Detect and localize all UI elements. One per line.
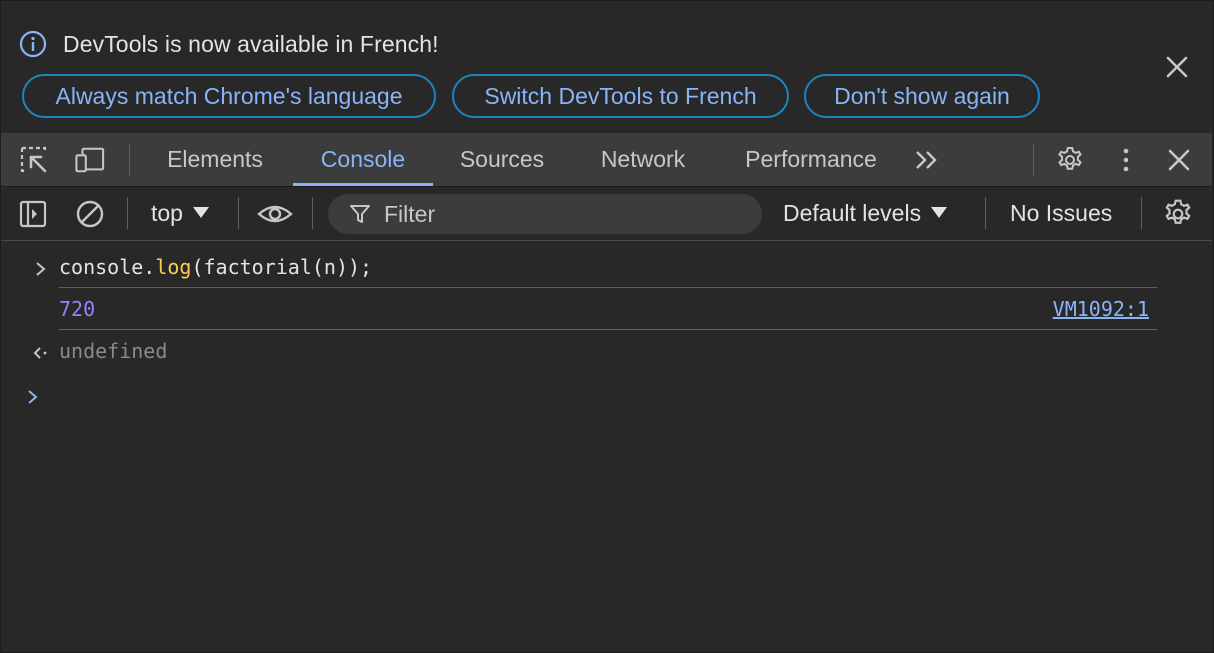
tab-network[interactable]: Network <box>581 133 705 186</box>
toolbar-divider <box>238 197 239 229</box>
more-options-icon[interactable] <box>1111 145 1141 175</box>
device-toolbar-icon[interactable] <box>75 145 105 175</box>
main-toolbar: Elements Console Sources Network Perform… <box>1 133 1212 187</box>
context-selector-label: top <box>151 200 183 226</box>
source-link[interactable]: VM1092:1 <box>1053 297 1149 321</box>
inspect-element-icon[interactable] <box>19 145 49 175</box>
log-levels-label: Default levels <box>783 200 922 226</box>
code-function-token: log <box>155 255 192 279</box>
language-infobar: DevTools is now available in French! Alw… <box>1 1 1212 133</box>
return-value: undefined <box>59 339 168 363</box>
live-expression-eye-icon[interactable] <box>257 198 293 230</box>
chevron-right-icon <box>36 262 46 276</box>
console-input-line: console.log(factorial(n)); <box>1 253 1212 287</box>
console-output[interactable]: console.log(factorial(n)); 720 VM1092:1 … <box>1 241 1212 652</box>
clear-console-icon[interactable] <box>74 198 106 230</box>
dont-show-again-button[interactable]: Don't show again <box>804 74 1040 118</box>
infobar-message: DevTools is now available in French! <box>63 31 439 57</box>
message-divider <box>59 329 1157 330</box>
more-tabs-icon[interactable] <box>912 145 942 175</box>
settings-gear-icon[interactable] <box>1055 145 1085 175</box>
issues-button[interactable]: No Issues <box>1010 187 1112 240</box>
sidebar-toggle-icon[interactable] <box>17 198 49 230</box>
toolbar-divider <box>985 197 986 229</box>
always-match-language-button[interactable]: Always match Chrome's language <box>22 74 436 118</box>
chevron-down-icon <box>931 207 948 219</box>
console-settings-gear-icon[interactable] <box>1162 198 1194 230</box>
console-result-line: undefined <box>1 337 1212 371</box>
console-toolbar: top Default levels No Issues <box>1 187 1212 241</box>
return-arrow-icon <box>33 347 47 359</box>
chevron-down-icon <box>192 207 209 219</box>
toolbar-divider <box>1033 144 1034 176</box>
log-value: 720 <box>59 297 96 321</box>
log-levels-dropdown[interactable]: Default levels <box>783 187 948 240</box>
filter-icon <box>350 205 370 223</box>
filter-box <box>328 194 762 234</box>
info-icon <box>19 30 47 58</box>
code-token: (factorial(n)); <box>191 255 373 279</box>
tab-console[interactable]: Console <box>293 133 433 186</box>
active-tab-indicator <box>293 183 433 186</box>
context-selector[interactable]: top <box>151 187 209 240</box>
switch-to-french-button[interactable]: Switch DevTools to French <box>452 74 789 118</box>
console-prompt[interactable] <box>1 381 1212 415</box>
console-input-code: console.log(factorial(n)); <box>59 255 372 279</box>
close-icon[interactable] <box>1163 53 1191 81</box>
prompt-chevron-icon <box>28 390 38 404</box>
toolbar-divider <box>312 197 313 229</box>
tab-elements[interactable]: Elements <box>151 133 279 186</box>
tab-performance[interactable]: Performance <box>723 133 899 186</box>
console-log-message: 720 VM1092:1 <box>1 295 1212 329</box>
toolbar-divider <box>127 197 128 229</box>
toolbar-divider <box>1141 197 1142 229</box>
filter-input[interactable] <box>384 194 744 234</box>
message-divider <box>59 287 1157 288</box>
close-devtools-icon[interactable] <box>1164 145 1194 175</box>
tab-sources[interactable]: Sources <box>441 133 563 186</box>
toolbar-divider <box>129 144 130 176</box>
code-token: console. <box>59 255 156 279</box>
